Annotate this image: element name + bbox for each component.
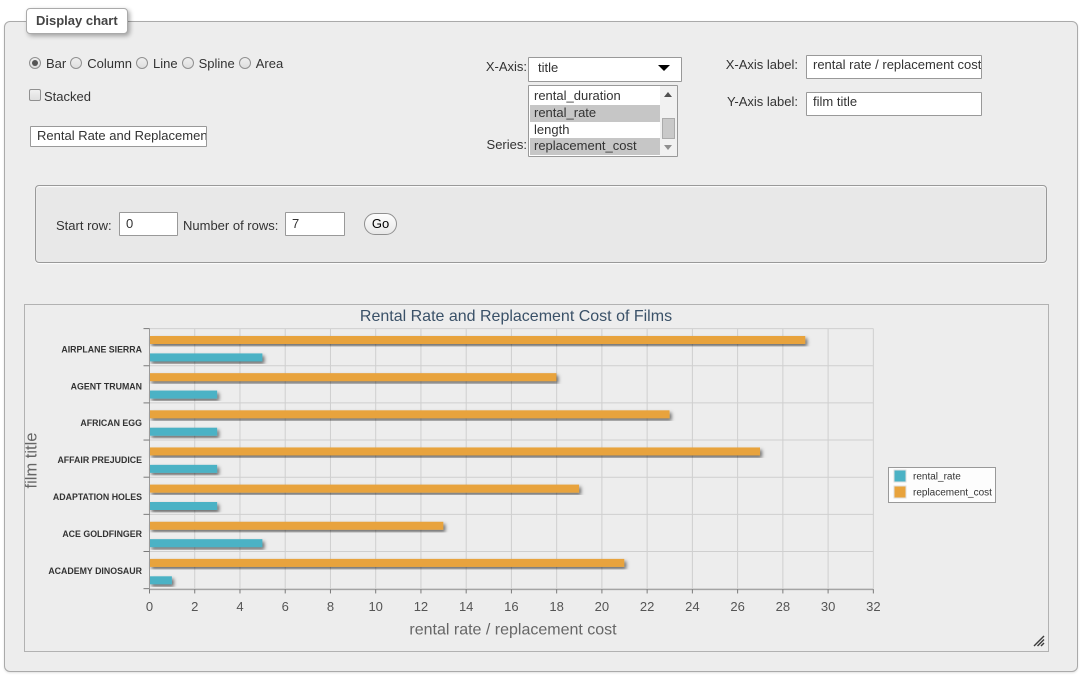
svg-text:AFRICAN EGG: AFRICAN EGG [80, 418, 142, 428]
svg-text:2: 2 [191, 599, 198, 614]
svg-text:26: 26 [730, 599, 744, 614]
svg-text:24: 24 [685, 599, 699, 614]
svg-text:rental_rate: rental_rate [913, 472, 961, 483]
svg-text:8: 8 [327, 599, 334, 614]
svg-text:22: 22 [640, 599, 654, 614]
svg-text:replacement_cost: replacement_cost [913, 488, 992, 499]
svg-text:AIRPLANE SIERRA: AIRPLANE SIERRA [61, 344, 142, 354]
svg-text:ACADEMY DINOSAUR: ACADEMY DINOSAUR [48, 566, 142, 576]
svg-text:32: 32 [866, 599, 880, 614]
svg-text:rental rate / replacement cost: rental rate / replacement cost [409, 622, 617, 639]
svg-text:30: 30 [821, 599, 835, 614]
svg-text:20: 20 [595, 599, 609, 614]
svg-text:14: 14 [459, 599, 473, 614]
svg-text:ADAPTATION HOLES: ADAPTATION HOLES [53, 492, 142, 502]
svg-text:6: 6 [282, 599, 289, 614]
svg-text:film title: film title [25, 433, 41, 489]
svg-text:AGENT TRUMAN: AGENT TRUMAN [71, 381, 142, 391]
svg-text:16: 16 [504, 599, 518, 614]
svg-text:28: 28 [776, 599, 790, 614]
svg-text:4: 4 [236, 599, 243, 614]
svg-text:12: 12 [414, 599, 428, 614]
svg-text:0: 0 [146, 599, 153, 614]
svg-text:18: 18 [549, 599, 563, 614]
svg-text:10: 10 [368, 599, 382, 614]
svg-text:Rental Rate and Replacement Co: Rental Rate and Replacement Cost of Film… [360, 308, 672, 325]
svg-text:ACE GOLDFINGER: ACE GOLDFINGER [62, 529, 142, 539]
svg-text:AFFAIR PREJUDICE: AFFAIR PREJUDICE [57, 455, 142, 465]
